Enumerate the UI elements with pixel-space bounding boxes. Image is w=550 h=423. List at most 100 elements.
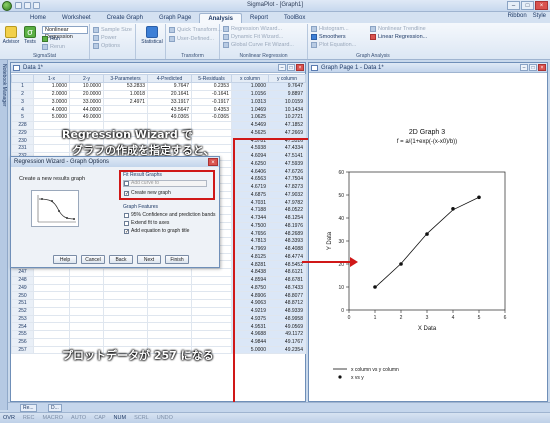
- table-cell[interactable]: [147, 337, 192, 347]
- table-cell[interactable]: 47.5939: [268, 159, 306, 169]
- table-cell[interactable]: 0.4353: [191, 105, 232, 114]
- table-cell[interactable]: 10.0159: [268, 97, 306, 107]
- table-cell[interactable]: -0.0365: [191, 113, 232, 122]
- table-cell[interactable]: [69, 322, 104, 331]
- table-cell[interactable]: 49.1767: [268, 337, 306, 347]
- table-cell[interactable]: 4.6719: [231, 182, 269, 192]
- table-cell[interactable]: [191, 330, 232, 339]
- notebook-manager-strip[interactable]: Notebook Manager: [0, 60, 8, 410]
- table-cell[interactable]: 10.1434: [268, 105, 306, 114]
- table-cell[interactable]: [103, 113, 148, 122]
- table-cell[interactable]: 9.7647: [268, 82, 306, 91]
- table-cell[interactable]: [191, 275, 232, 285]
- table-cell[interactable]: [33, 299, 70, 308]
- table-cell[interactable]: 1.0000: [231, 82, 269, 91]
- row-number[interactable]: 250: [11, 291, 34, 300]
- table-cell[interactable]: 5.0000: [33, 113, 70, 122]
- table-cell[interactable]: 1.0156: [231, 89, 269, 99]
- table-cell[interactable]: 48.6781: [268, 275, 306, 285]
- table-cell[interactable]: 33.1917: [147, 97, 192, 107]
- add-equation-checkbox[interactable]: ✓: [124, 228, 129, 234]
- graph-options-dialog[interactable]: Regression Wizard - Graph Options × Crea…: [10, 156, 220, 268]
- add-curve-checkbox[interactable]: [124, 180, 129, 186]
- table-cell[interactable]: 9.8897: [268, 89, 306, 99]
- column-header[interactable]: x column: [231, 74, 269, 83]
- table-cell[interactable]: [191, 283, 232, 293]
- table-cell[interactable]: 4.6250: [231, 159, 269, 169]
- table-cell[interactable]: [33, 268, 70, 277]
- add-curve-option[interactable]: Add curve to: [124, 180, 159, 186]
- table-cell[interactable]: [191, 268, 232, 277]
- statistical-button[interactable]: Statistical: [140, 26, 164, 45]
- table-cell[interactable]: 1.0625: [231, 113, 269, 122]
- confidence-bands-option[interactable]: 95% Confidence and prediction bands: [124, 212, 216, 218]
- table-cell[interactable]: [103, 314, 148, 324]
- minimize-button[interactable]: –: [507, 1, 520, 10]
- table-cell[interactable]: 48.9958: [268, 314, 306, 324]
- table-cell[interactable]: [147, 291, 192, 300]
- graph-minimize-button[interactable]: –: [520, 64, 528, 71]
- next-button[interactable]: Next: [137, 255, 161, 264]
- extend-fit-option[interactable]: Extend fit to axes: [124, 220, 169, 226]
- table-cell[interactable]: [33, 314, 70, 324]
- table-cell[interactable]: 48.1254: [268, 213, 306, 223]
- table-cell[interactable]: 10.2721: [268, 113, 306, 122]
- close-button[interactable]: ×: [535, 1, 548, 10]
- maximize-button[interactable]: □: [521, 1, 534, 10]
- style-menu[interactable]: Style: [533, 13, 546, 19]
- table-cell[interactable]: 4.7031: [231, 198, 269, 207]
- options-button[interactable]: Options: [93, 43, 120, 49]
- tab-report[interactable]: Report: [242, 13, 276, 23]
- row-number[interactable]: 253: [11, 314, 34, 324]
- test-select[interactable]: Nonlinear Regression: [42, 26, 88, 40]
- table-cell[interactable]: 4.8906: [231, 291, 269, 300]
- table-cell[interactable]: [69, 314, 104, 324]
- column-header[interactable]: 4-Predicted: [147, 74, 192, 83]
- table-cell[interactable]: 2.0000: [33, 89, 70, 99]
- table-cell[interactable]: [191, 291, 232, 300]
- table-cell[interactable]: -0.1641: [191, 89, 232, 99]
- create-new-graph-checkbox[interactable]: ✓: [124, 190, 129, 196]
- table-cell[interactable]: 5.0000: [231, 345, 269, 355]
- table-cell[interactable]: 4.7969: [231, 244, 269, 254]
- table-cell[interactable]: [33, 275, 70, 285]
- table-cell[interactable]: 47.7504: [268, 175, 306, 184]
- tab-graph-page[interactable]: Graph Page: [151, 13, 199, 23]
- table-cell[interactable]: 53.2833: [103, 82, 148, 91]
- tab-analysis[interactable]: Analysis: [199, 13, 242, 23]
- table-cell[interactable]: 48.1976: [268, 221, 306, 231]
- table-cell[interactable]: [103, 275, 148, 285]
- extend-fit-checkbox[interactable]: [124, 220, 129, 226]
- data-close-button[interactable]: ×: [296, 64, 304, 71]
- dynamic-fit-wizard-button[interactable]: Dynamic Fit Wizard...: [223, 34, 283, 40]
- back-button[interactable]: Back: [109, 255, 133, 264]
- window-tab-data[interactable]: D...: [48, 404, 62, 412]
- nonlinear-trendline-button[interactable]: Nonlinear Trendline: [370, 26, 426, 32]
- table-cell[interactable]: 4.8438: [231, 268, 269, 277]
- linear-regression-button[interactable]: Linear Regression...: [370, 34, 427, 40]
- table-cell[interactable]: 4.7656: [231, 229, 269, 238]
- table-cell[interactable]: 4.6406: [231, 167, 269, 176]
- table-cell[interactable]: [191, 337, 232, 347]
- row-number[interactable]: 228: [11, 120, 34, 130]
- table-cell[interactable]: 0.2353: [191, 82, 232, 91]
- table-cell[interactable]: [103, 283, 148, 293]
- dialog-close-button[interactable]: ×: [208, 158, 218, 166]
- table-cell[interactable]: 4.8750: [231, 283, 269, 293]
- tab-home[interactable]: Home: [22, 13, 54, 23]
- add-equation-option[interactable]: ✓ Add equation to graph title: [124, 228, 189, 234]
- table-cell[interactable]: [147, 268, 192, 277]
- table-cell[interactable]: [69, 268, 104, 277]
- histogram-button[interactable]: Histogram...: [311, 26, 349, 32]
- row-number[interactable]: 252: [11, 306, 34, 316]
- table-cell[interactable]: 33.0000: [69, 97, 104, 107]
- table-cell[interactable]: [69, 275, 104, 285]
- table-cell[interactable]: 47.3516: [268, 136, 306, 145]
- table-cell[interactable]: 49.0000: [69, 113, 104, 122]
- table-cell[interactable]: [69, 337, 104, 347]
- chart-canvas[interactable]: 2D Graph 3 f = a/(1+exp(-(x-x0)/b)) 0 1 2 3 4 5…: [309, 74, 547, 401]
- data-minimize-button[interactable]: –: [278, 64, 286, 71]
- global-curve-fit-button[interactable]: Global Curve Fit Wizard...: [223, 42, 294, 48]
- table-cell[interactable]: 4.6563: [231, 175, 269, 184]
- row-number[interactable]: 257: [11, 345, 34, 355]
